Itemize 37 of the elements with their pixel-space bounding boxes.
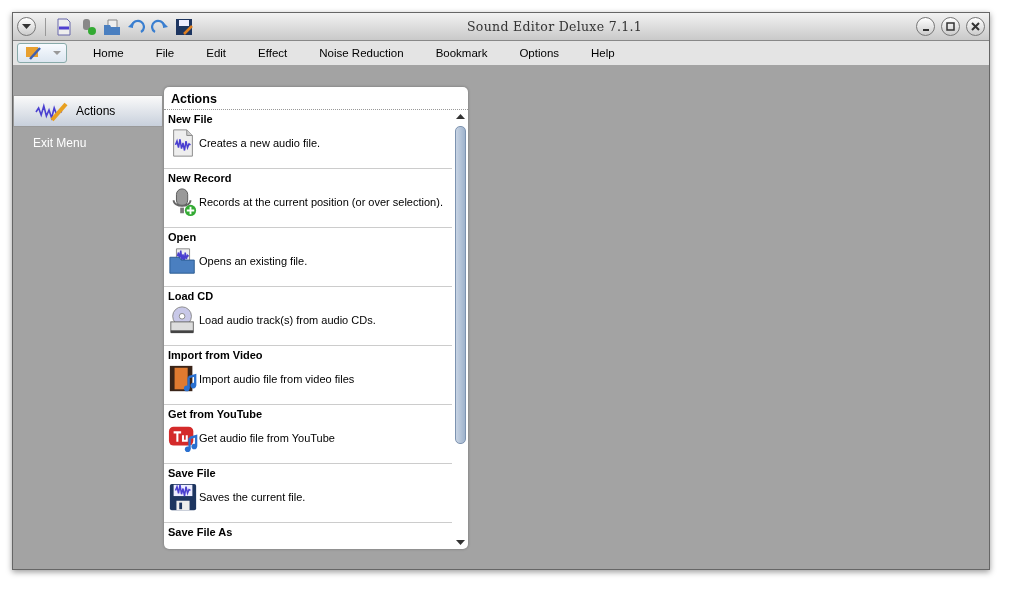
sidebar-item[interactable]: Actions: [13, 95, 163, 127]
maximize-button[interactable]: [941, 17, 960, 36]
window-title: Sound Editor Deluxe 7.1.1: [466, 19, 643, 34]
action-item[interactable]: Open Opens an existing file.: [164, 228, 452, 287]
menu-item[interactable]: Bookmark: [419, 47, 504, 59]
action-item[interactable]: Get from YouTube Get audio file from YouTube: [164, 405, 452, 464]
menu-item[interactable]: Home: [77, 47, 140, 59]
app-menu-button[interactable]: [17, 43, 67, 63]
film-music-icon: [168, 364, 198, 394]
action-item[interactable]: New File Creates a new audio file.: [164, 110, 452, 169]
menu-item[interactable]: File: [139, 47, 191, 59]
system-menu-button[interactable]: [17, 17, 36, 36]
scrollbar-thumb[interactable]: [454, 126, 466, 444]
menu-item[interactable]: Noise Reduction: [303, 47, 420, 59]
redo-icon[interactable]: [151, 17, 169, 36]
menu-item[interactable]: Options: [503, 47, 576, 59]
minimize-icon: [922, 28, 929, 31]
caret-icon: [52, 50, 61, 56]
action-item[interactable]: Load CD Load audio track(s) from audio CDs.: [164, 287, 452, 346]
menu-item[interactable]: Effect: [242, 47, 304, 59]
menu-item[interactable]: Help: [575, 47, 631, 59]
action-item[interactable]: Import from Video Import audio file from video files: [164, 346, 452, 405]
folder-icon[interactable]: [103, 17, 121, 36]
maximize-icon: [946, 22, 955, 31]
action-item[interactable]: New Record Records at the current position (or over selection).: [164, 169, 452, 228]
action-item[interactable]: Save File As: [164, 523, 452, 539]
minimize-button[interactable]: [916, 17, 935, 36]
caret-icon: [22, 23, 31, 30]
close-button[interactable]: [966, 17, 985, 36]
picture-pencil-icon: [23, 45, 42, 61]
panel-title: Actions: [164, 87, 468, 110]
undo-icon[interactable]: [127, 17, 145, 36]
folder-icon: [168, 246, 198, 276]
new-file-icon[interactable]: [55, 17, 73, 36]
close-icon: [971, 22, 980, 31]
menu-item[interactable]: Edit: [190, 47, 243, 59]
action-item[interactable]: Save File Saves the current file.: [164, 464, 452, 523]
